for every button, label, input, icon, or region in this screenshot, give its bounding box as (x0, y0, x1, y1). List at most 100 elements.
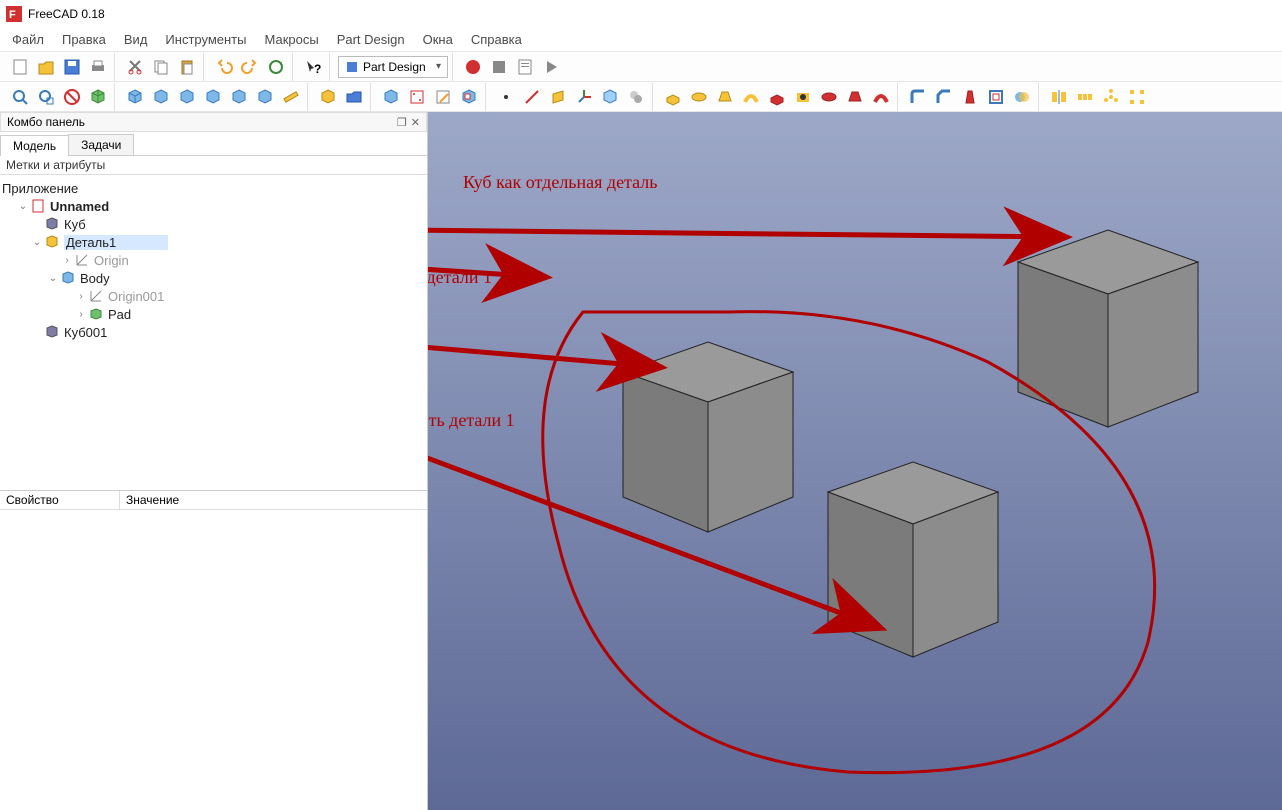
cube-object[interactable] (623, 342, 793, 532)
tab-model[interactable]: Модель (0, 135, 69, 156)
sweep-button[interactable] (739, 85, 763, 109)
macro-record-button[interactable] (461, 55, 485, 79)
fillet-button[interactable] (906, 85, 930, 109)
datum-line-button[interactable] (520, 85, 544, 109)
menu-partdesign[interactable]: Part Design (329, 30, 413, 49)
tab-tasks[interactable]: Задачи (68, 134, 134, 155)
boolean-button[interactable] (1010, 85, 1034, 109)
annotation-text: Куб - часть детали 1 (428, 410, 515, 431)
menu-windows[interactable]: Окна (415, 30, 461, 49)
menu-edit[interactable]: Правка (54, 30, 114, 49)
view-left-button[interactable] (253, 85, 277, 109)
pad-icon (88, 306, 104, 322)
tree-item-part1[interactable]: ⌄ Деталь1 (2, 233, 425, 251)
tree-item-cube[interactable]: Куб (2, 215, 425, 233)
macro-edit-button[interactable] (513, 55, 537, 79)
model-tree[interactable]: Приложение ⌄ Unnamed Куб ⌄ Деталь1 › Ori… (0, 175, 427, 345)
caret-icon[interactable]: › (74, 309, 88, 320)
annotation-text: Куб как отдельная деталь (463, 172, 657, 193)
datum-cs-button[interactable] (572, 85, 596, 109)
groove-button[interactable] (817, 85, 841, 109)
mirror-button[interactable] (1047, 85, 1071, 109)
viewport-3d[interactable]: Куб как отдельная деталь Куски детали 1 … (428, 112, 1282, 810)
tree-item-origin[interactable]: › Origin (2, 251, 425, 269)
refresh-button[interactable] (264, 55, 288, 79)
chamfer-button[interactable] (932, 85, 956, 109)
create-body-button[interactable] (379, 85, 403, 109)
view-top-button[interactable] (149, 85, 173, 109)
origin-icon (74, 252, 90, 268)
tree-item-body[interactable]: ⌄ Body (2, 269, 425, 287)
zoom-fit-button[interactable] (8, 85, 32, 109)
document-icon (30, 198, 46, 214)
menu-help[interactable]: Справка (463, 30, 530, 49)
polar-pattern-button[interactable] (1099, 85, 1123, 109)
svg-text:F: F (9, 9, 16, 21)
menu-tools[interactable]: Инструменты (157, 30, 254, 49)
view-front-button[interactable] (123, 85, 147, 109)
datum-point-button[interactable] (494, 85, 518, 109)
create-sketch-button[interactable] (405, 85, 429, 109)
open-button[interactable] (34, 55, 58, 79)
subloft-button[interactable] (843, 85, 867, 109)
zoom-selection-button[interactable] (34, 85, 58, 109)
close-panel-icon[interactable]: ✕ (411, 116, 420, 129)
linear-pattern-button[interactable] (1073, 85, 1097, 109)
tree-item-pad[interactable]: › Pad (2, 305, 425, 323)
workbench-label: Part Design (363, 60, 426, 74)
create-group-button[interactable] (342, 85, 366, 109)
caret-icon[interactable]: ⌄ (30, 237, 44, 248)
undock-icon[interactable]: ❐ (397, 116, 407, 129)
menu-view[interactable]: Вид (116, 30, 156, 49)
view-iso-button[interactable] (86, 85, 110, 109)
tree-item-cube001[interactable]: Куб001 (2, 323, 425, 341)
svg-text:?: ? (314, 62, 321, 76)
save-button[interactable] (60, 55, 84, 79)
tree-item-label: Куб (64, 217, 86, 232)
pocket-button[interactable] (765, 85, 789, 109)
tree-item-label: Pad (108, 307, 131, 322)
loft-button[interactable] (713, 85, 737, 109)
hole-button[interactable] (791, 85, 815, 109)
copy-button[interactable] (149, 55, 173, 79)
create-part-button[interactable] (316, 85, 340, 109)
caret-icon[interactable]: › (60, 255, 74, 266)
map-sketch-button[interactable] (457, 85, 481, 109)
tree-doc[interactable]: ⌄ Unnamed (2, 197, 425, 215)
print-button[interactable] (86, 55, 110, 79)
caret-icon[interactable]: ⌄ (16, 201, 30, 212)
view-bottom-button[interactable] (227, 85, 251, 109)
drawstyle-button[interactable] (60, 85, 84, 109)
menu-file[interactable]: Файл (4, 30, 52, 49)
draft-button[interactable] (958, 85, 982, 109)
redo-button[interactable] (238, 55, 262, 79)
clone-button[interactable] (624, 85, 648, 109)
workbench-select[interactable]: Part Design (338, 56, 448, 78)
macro-play-button[interactable] (539, 55, 563, 79)
macro-stop-button[interactable] (487, 55, 511, 79)
whatsthis-button[interactable]: ? (301, 55, 325, 79)
tree-item-origin001[interactable]: › Origin001 (2, 287, 425, 305)
undo-button[interactable] (212, 55, 236, 79)
caret-icon[interactable]: ⌄ (46, 273, 60, 284)
cut-button[interactable] (123, 55, 147, 79)
thickness-button[interactable] (984, 85, 1008, 109)
new-button[interactable] (8, 55, 32, 79)
caret-icon[interactable]: › (74, 291, 88, 302)
combo-panel: Комбо панель ❐✕ Модель Задачи Метки и ат… (0, 112, 428, 810)
menu-macros[interactable]: Макросы (256, 30, 326, 49)
view-right-button[interactable] (175, 85, 199, 109)
paste-button[interactable] (175, 55, 199, 79)
measure-button[interactable] (279, 85, 303, 109)
revolution-button[interactable] (687, 85, 711, 109)
multi-transform-button[interactable] (1125, 85, 1149, 109)
datum-plane-button[interactable] (546, 85, 570, 109)
arrow-annotation (428, 227, 1063, 237)
subsweep-button[interactable] (869, 85, 893, 109)
shapebinder-button[interactable] (598, 85, 622, 109)
pad-button[interactable] (661, 85, 685, 109)
edit-sketch-button[interactable] (431, 85, 455, 109)
view-rear-button[interactable] (201, 85, 225, 109)
cube-object[interactable] (828, 462, 998, 657)
annotation-text: Куски детали 1 (428, 267, 492, 288)
